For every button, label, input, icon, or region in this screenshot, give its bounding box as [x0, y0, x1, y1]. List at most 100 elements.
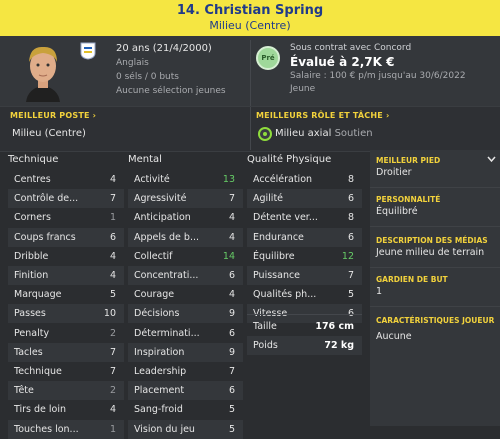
player-traits-label: CARACTÉRISTIQUES JOUEUR [376, 316, 495, 325]
attribute-value: 9 [228, 308, 235, 320]
attribute-row[interactable]: Marquage 5 [8, 285, 124, 304]
attribute-row[interactable]: Tête 2 [8, 381, 124, 401]
attribute-name: Qualités ph... [253, 289, 317, 301]
attribute-value: 7 [109, 346, 116, 358]
attribute-name: Placement [134, 385, 185, 397]
attribute-row[interactable]: Anticipation 4 [128, 208, 243, 227]
attribute-name: Courage [134, 289, 175, 301]
attribute-row[interactable]: Collectif 14 [128, 247, 243, 266]
attribute-name: Coups francs [14, 231, 76, 243]
player-nationality[interactable]: Anglais [116, 58, 149, 68]
attribute-value: 7 [109, 193, 116, 205]
attribute-row[interactable]: Qualités ph... 5 [247, 285, 362, 304]
attribute-row[interactable]: Corners 1 [8, 208, 124, 227]
attribute-row[interactable]: Endurance 6 [247, 227, 362, 247]
attribute-name: Agilité [253, 193, 284, 205]
chevron-down-icon[interactable] [487, 156, 496, 163]
divider [370, 226, 500, 227]
attribute-value: 2 [109, 327, 116, 339]
attribute-row[interactable]: Touches lon... 1 [8, 419, 124, 439]
body-measures: Taille 176 cm Poids 72 kg [247, 317, 362, 357]
contract-status: Jeune [290, 84, 316, 94]
attribute-value: 7 [228, 366, 235, 377]
player-name-title: 14. Christian Spring [176, 3, 324, 18]
attribute-name: Tirs de loin [14, 404, 67, 416]
attribute-row[interactable]: Inspiration 9 [128, 342, 243, 362]
attribute-name: Agressivité [134, 193, 187, 205]
attribute-row[interactable]: Sang-froid 5 [128, 400, 243, 419]
attribute-row[interactable]: Penalty 2 [8, 324, 124, 343]
best-foot-label: MEILLEUR PIED [376, 156, 441, 165]
attribute-name: Leadership [134, 366, 187, 377]
attribute-value: 9 [228, 346, 235, 358]
player-caps-goals: 0 séls / 0 buts [116, 72, 179, 82]
attribute-value: 5 [109, 289, 116, 301]
attribute-value: 1 [109, 423, 116, 435]
attribute-value: 4 [109, 250, 116, 262]
attribute-row[interactable]: Tacles 7 [8, 342, 124, 362]
attribute-row[interactable]: Centres 4 [8, 170, 124, 189]
attribute-row[interactable]: Coups francs 6 [8, 227, 124, 247]
attribute-row[interactable]: Passes 10 [8, 304, 124, 324]
best-position-label[interactable]: MEILLEUR POSTE › [10, 111, 96, 120]
attribute-row[interactable]: Équilibre 12 [247, 247, 362, 266]
attribute-row[interactable]: Agressivité 7 [128, 189, 243, 209]
attribute-name: Contrôle de... [14, 193, 79, 205]
best-role-label[interactable]: MEILLEURS RÔLE ET TÂCHE › [256, 111, 389, 120]
attribute-row[interactable]: Appels de b... 4 [128, 227, 243, 247]
divider [370, 267, 500, 268]
attribute-value: 14 [222, 250, 235, 262]
attribute-row[interactable]: Leadership 7 [128, 362, 243, 381]
attribute-row[interactable]: Concentrati... 6 [128, 266, 243, 285]
attribute-row[interactable]: Agilité 6 [247, 189, 362, 209]
attribute-row[interactable]: Vision du jeu 5 [128, 419, 243, 439]
attribute-row[interactable]: Décisions 9 [128, 304, 243, 324]
nation-badge-icon [80, 42, 96, 60]
player-header: 14. Christian Spring Milieu (Centre) [0, 0, 500, 36]
attribute-value: 4 [109, 174, 116, 185]
personality-value: Équilibré [376, 206, 418, 217]
attribute-name: Puissance [253, 270, 301, 281]
attribute-value: 7 [228, 193, 235, 205]
attribute-row[interactable]: Poids 72 kg [247, 336, 362, 355]
attribute-row[interactable]: Activité 13 [128, 170, 243, 189]
attribute-value: 4 [109, 270, 116, 281]
attribute-value: 7 [109, 366, 116, 377]
contract-value: Évalué à 2,7K € [290, 55, 395, 69]
attribute-name: Activité [134, 174, 170, 185]
attribute-row[interactable]: Finition 4 [8, 266, 124, 285]
player-age: 20 ans (21/4/2000) [116, 43, 212, 54]
attribute-row[interactable]: Taille 176 cm [247, 317, 362, 336]
attribute-row[interactable]: Tirs de loin 4 [8, 400, 124, 419]
attribute-row[interactable]: Dribble 4 [8, 247, 124, 266]
attribute-row[interactable]: Placement 6 [128, 381, 243, 401]
personality-label: PERSONNALITÉ [376, 195, 441, 204]
attribute-value: 6 [228, 270, 235, 281]
media-description-value: Jeune milieu de terrain [376, 247, 485, 258]
attribute-value: 1 [109, 212, 116, 224]
attribute-name: Appels de b... [134, 231, 199, 243]
player-youth-selection: Aucune sélection jeunes [116, 86, 226, 96]
attribute-row[interactable]: Déterminati... 6 [128, 324, 243, 343]
attribute-value: 5 [228, 423, 235, 435]
attribute-row[interactable]: Contrôle de... 7 [8, 189, 124, 209]
attribute-name: Finition [14, 270, 49, 281]
mental-attributes: Activité 13 Agressivité 7 Anticipation 4 Appel… [128, 170, 243, 439]
attribute-row[interactable]: Détente ver... 8 [247, 208, 362, 227]
attribute-name: Technique [14, 366, 62, 377]
attribute-name: Accélération [253, 174, 313, 185]
attribute-row[interactable]: Technique 7 [8, 362, 124, 381]
attribute-row[interactable]: Accélération 8 [247, 170, 362, 189]
attribute-row[interactable]: Courage 4 [128, 285, 243, 304]
attribute-value: 7 [347, 270, 354, 281]
attribute-row[interactable]: Puissance 7 [247, 266, 362, 285]
attribute-value: 10 [103, 308, 116, 320]
attribute-name: Touches lon... [14, 423, 79, 435]
band-divider [250, 107, 251, 150]
divider [370, 306, 500, 307]
attribute-value: 4 [228, 231, 235, 243]
player-position-subtitle: Milieu (Centre) [209, 19, 291, 32]
attribute-value: 72 kg [324, 340, 354, 351]
best-position-value: Milieu (Centre) [12, 128, 86, 139]
technique-attributes: Centres 4 Contrôle de... 7 Corners 1 Coups fra… [8, 170, 124, 439]
